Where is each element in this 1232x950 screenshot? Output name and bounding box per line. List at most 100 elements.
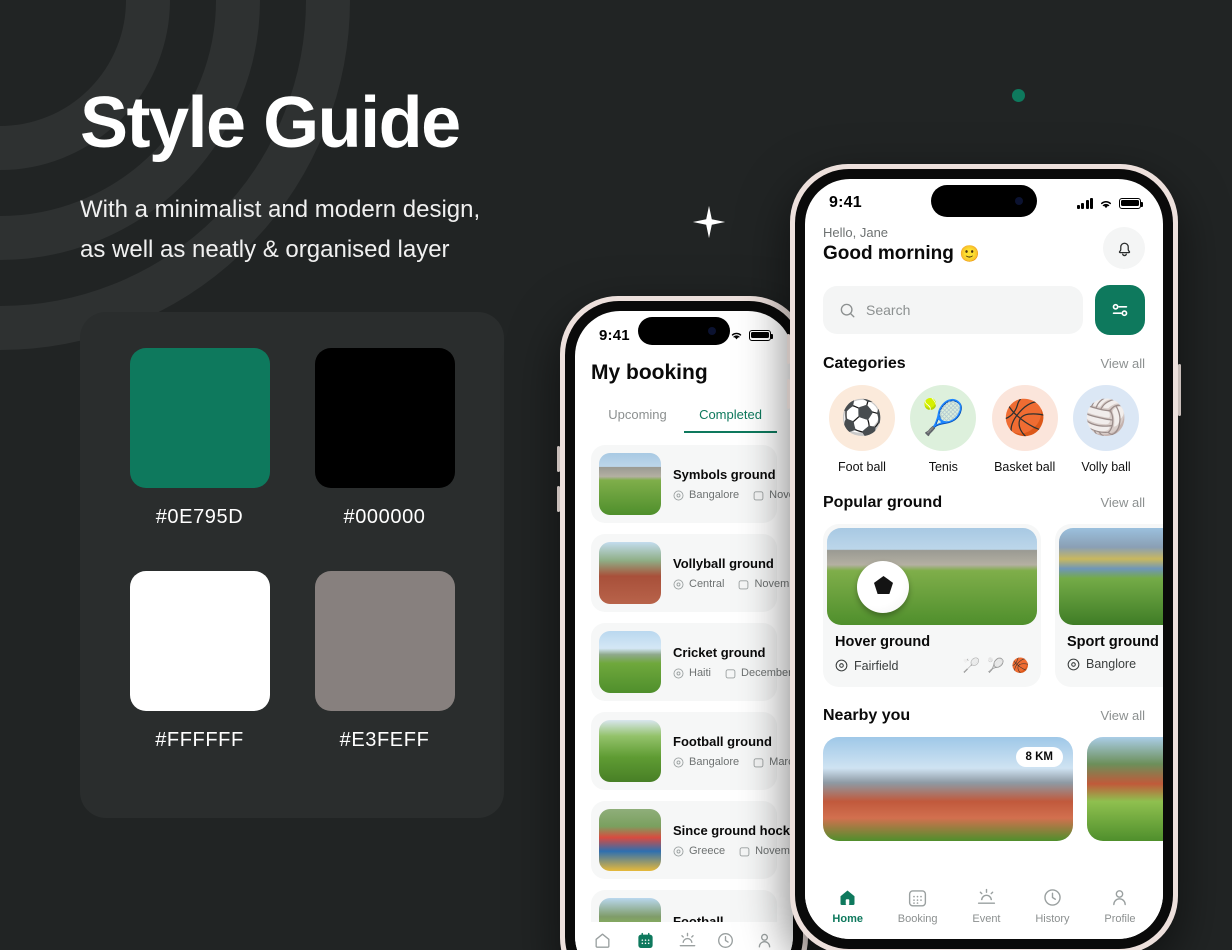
sidebar-item-history[interactable]: History	[1035, 887, 1070, 925]
calendar-icon	[753, 757, 764, 767]
location-pin-icon	[835, 659, 848, 672]
home-page-body: Hello, Jane Good morning 🙂 Search Catego…	[805, 225, 1163, 841]
category-tenis[interactable]: 🎾 Tenis	[904, 385, 982, 474]
smiley-icon: 🙂	[959, 246, 980, 263]
section-title: Categories	[823, 355, 906, 372]
sidebar-item-home[interactable]: Home	[832, 887, 863, 925]
calendar-icon	[909, 890, 927, 907]
nearby-section-header: Nearby you View all	[823, 707, 1145, 725]
booking-date: November 12	[753, 489, 793, 501]
view-all-link[interactable]: View all	[1100, 495, 1145, 510]
color-palette-card: #0E795D #000000 #FFFFFF #E3FEFF	[80, 312, 504, 818]
volleyball-icon: 🏐	[1084, 399, 1128, 437]
category-basket-ball[interactable]: 🏀 Basket ball	[986, 385, 1064, 474]
list-item[interactable]: Vollyball ground Central November 18	[591, 534, 793, 612]
person-icon	[1113, 890, 1127, 906]
booking-thumbnail	[599, 720, 661, 782]
swatch-label: #FFFFFF	[155, 729, 244, 751]
categories-row: ⚽ Foot ball 🎾 Tenis 🏀 Basket ball 🏐 Voll…	[823, 385, 1145, 474]
tab-upcoming[interactable]: Upcoming	[591, 407, 684, 433]
section-title: Popular ground	[823, 494, 943, 511]
distance-badge: 8 KM	[1015, 747, 1063, 767]
booking-meta: Bangalore November 12	[673, 489, 793, 501]
view-all-link[interactable]: View all	[1100, 708, 1145, 723]
booking-list: Symbols ground Bangalore November 12 Vol…	[591, 445, 793, 950]
swatch-label: #000000	[343, 506, 426, 528]
filter-button[interactable]	[1095, 285, 1145, 335]
category-icon-circle: 🏐	[1072, 385, 1139, 451]
category-volly-ball[interactable]: 🏐 Volly ball	[1067, 385, 1145, 474]
location-pin-icon	[673, 490, 684, 500]
volume-down-button[interactable]	[787, 379, 790, 409]
list-item[interactable]: Symbols ground Bangalore November 12	[591, 445, 793, 523]
sidebar-item-event[interactable]: Event	[674, 931, 702, 950]
booking-thumbnail	[599, 631, 661, 693]
home-icon	[840, 890, 855, 905]
ground-card[interactable]: Hover ground Fairfield 🏸 🎾 🏀	[823, 524, 1041, 687]
booking-thumbnail	[599, 542, 661, 604]
sidebar-item-booking[interactable]: Booking	[898, 887, 938, 925]
ground-card[interactable]: Sport ground Banglore	[1055, 524, 1163, 687]
sidebar-item-profile[interactable]: Profile	[1104, 887, 1136, 925]
battery-icon	[749, 329, 774, 341]
swatch-grey: #E3FEFF	[305, 571, 464, 788]
power-button[interactable]	[1178, 364, 1181, 416]
page-subtitle: With a minimalist and modern design, as …	[80, 190, 480, 270]
calendar-icon	[739, 579, 749, 589]
status-bar: 9:41	[575, 311, 793, 349]
swatch-label: #0E795D	[155, 506, 244, 528]
booking-date: November 22	[739, 845, 793, 857]
volume-up-button[interactable]	[557, 446, 560, 472]
sidebar-item-profile[interactable]: Profile	[749, 931, 780, 950]
sidebar-item-event[interactable]: Event	[972, 887, 1001, 925]
basketball-icon: 🏀	[1003, 399, 1046, 437]
booking-meta: Greece November 22	[673, 845, 793, 857]
ground-image	[827, 528, 1037, 625]
booking-location: Greece	[673, 845, 725, 857]
tennis-ball-icon: 🎾	[987, 657, 1005, 673]
tab-label: Profile	[1104, 913, 1136, 925]
notification-button[interactable]	[1103, 227, 1145, 269]
dynamic-island	[638, 317, 730, 345]
list-item[interactable]: Since ground hocky Greece November 22	[591, 801, 793, 879]
search-input[interactable]: Search	[823, 286, 1083, 334]
sidebar-item-booking[interactable]: Booking	[624, 931, 668, 950]
tab-completed[interactable]: Completed	[684, 407, 777, 433]
wifi-icon	[1100, 200, 1112, 208]
clock-icon	[717, 933, 733, 948]
dynamic-island	[931, 185, 1037, 217]
search-row: Search	[823, 285, 1145, 335]
location-pin-icon	[673, 579, 684, 589]
category-foot-ball[interactable]: ⚽ Foot ball	[823, 385, 901, 474]
booking-meta: Central November 18	[673, 578, 793, 590]
location-pin-icon	[673, 846, 684, 856]
booking-meta: Bangalore March 04	[673, 756, 793, 768]
calendar-icon	[753, 490, 764, 500]
categories-section-header: Categories View all	[823, 355, 1145, 373]
view-all-link[interactable]: View all	[1100, 356, 1145, 371]
popular-ground-carousel[interactable]: Hover ground Fairfield 🏸 🎾 🏀 Sport groun…	[823, 524, 1163, 687]
bottom-tab-bar: Home Booking Event History	[575, 922, 793, 950]
sidebar-item-home[interactable]: Home	[588, 931, 617, 950]
booking-tabs: Upcoming Completed	[591, 407, 777, 433]
status-time: 9:41	[599, 326, 630, 344]
category-label: Volly ball	[1081, 460, 1131, 474]
booking-location: Central	[673, 578, 724, 590]
phone-bezel: 9:41 Hello, Jane Good morning 🙂 Search C…	[795, 169, 1173, 949]
green-dot-accent	[1012, 89, 1025, 102]
soccer-ball-photo-element	[857, 561, 909, 613]
volume-up-button[interactable]	[787, 334, 790, 364]
list-item[interactable]: Football ground Bangalore March 04	[591, 712, 793, 790]
sidebar-item-history[interactable]: History	[708, 931, 742, 950]
nearby-carousel[interactable]: 8 KM	[823, 737, 1163, 841]
ground-card-body: Hover ground Fairfield 🏸 🎾 🏀	[823, 625, 1041, 687]
list-item[interactable]: Cricket ground Haiti December 10	[591, 623, 793, 701]
ground-name: Hover ground	[835, 634, 931, 650]
soccer-ball-icon: ⚽	[840, 399, 884, 437]
search-placeholder: Search	[866, 302, 911, 318]
nearby-card[interactable]: 8 KM	[823, 737, 1073, 841]
nearby-card[interactable]	[1087, 737, 1163, 841]
volume-down-button[interactable]	[557, 486, 560, 512]
greeting-label: Good morning	[823, 243, 954, 264]
calendar-icon	[725, 668, 736, 678]
